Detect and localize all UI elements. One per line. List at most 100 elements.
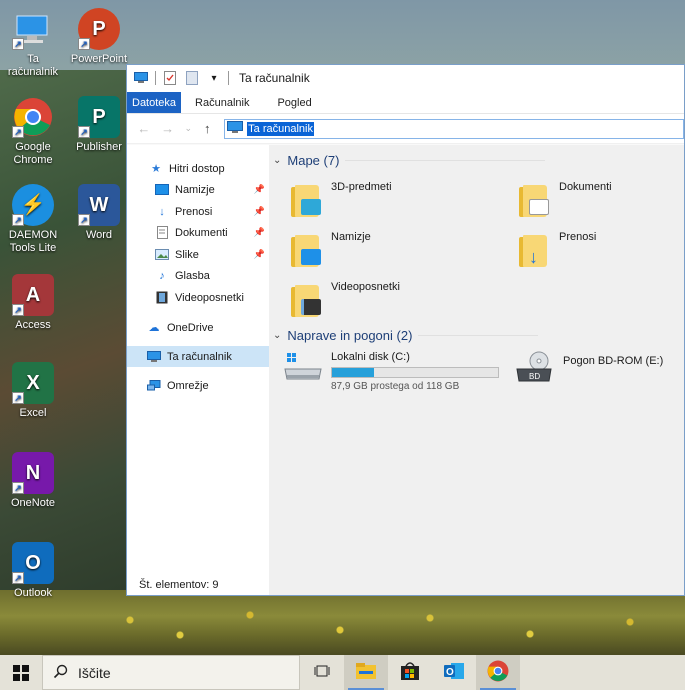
tab-file[interactable]: Datoteka [127,92,182,113]
desktop-icon-label: Excel [19,407,47,419]
address-text[interactable]: Ta računalnik [247,121,314,136]
desktop-icon-powerpoint[interactable]: P ↗ PowerPoint [67,8,131,66]
bd-rom-drive-icon: BD [515,351,555,385]
word-icon: W ↗ [78,184,120,226]
navigation-pane: ★ Hitri dostop Namizje 📌 ↓ Prenosi 📌 Dok… [127,145,269,595]
drive-label: Pogon BD-ROM (E:) [563,355,664,367]
taskbar-file-explorer[interactable] [344,655,388,690]
nav-this-pc[interactable]: Ta računalnik [127,346,269,367]
folder-downloads-icon: ↓ [517,231,551,269]
nav-item-videos[interactable]: Videoposnetki [127,287,269,308]
nav-item-downloads[interactable]: ↓ Prenosi 📌 [127,201,269,222]
desktop-icon-daemon-tools[interactable]: ⚡ ↗ DAEMON Tools Lite [1,184,65,255]
desktop-icon-label: OneNote [10,497,56,509]
access-icon: A ↗ [12,274,54,316]
group-divider [345,160,546,161]
nav-label: Omrežje [167,379,209,392]
nav-label: Hitri dostop [169,162,225,175]
desktop-icon-label: PowerPoint [70,53,128,65]
outlook-icon: O [443,661,465,684]
forward-arrow-icon[interactable]: → [161,121,175,136]
drive-c[interactable]: Lokalni disk (C:) 87,9 GB prostega od 11… [283,351,499,392]
nav-label: Videoposnetki [175,291,244,304]
taskbar-chrome[interactable] [476,655,520,690]
folder-documents[interactable]: Dokumenti [517,181,612,219]
computer-icon: ↗ [12,8,54,50]
address-toolbar: ← → ⌄ ↑ Ta računalnik [127,114,684,144]
collapse-chevron-icon[interactable]: ⌄ [273,330,281,341]
desktop-icon-access[interactable]: A ↗ Access [1,274,65,332]
folder-label: Videoposnetki [331,281,400,293]
file-explorer-window: ▾ Ta računalnik Datoteka Računalnik Pogl… [126,64,685,596]
new-folder-icon[interactable] [184,71,200,85]
collapse-chevron-icon[interactable]: ⌄ [273,155,281,166]
desktop-icon-outlook[interactable]: O ↗ Outlook [1,542,65,600]
taskbar-search-box[interactable]: Iščite [42,655,300,690]
folder-3d-objects-icon [289,181,323,219]
onenote-icon: N ↗ [12,452,54,494]
content-pane: ⌄ Mape (7) 3D-predmeti Dokumenti Namizje… [269,145,684,595]
pin-icon: 📌 [253,227,265,237]
folder-label: 3D-predmeti [331,181,392,193]
nav-label: Prenosi [175,205,213,218]
address-bar[interactable]: Ta računalnik [224,118,684,139]
nav-item-documents[interactable]: Dokumenti 📌 [127,222,269,243]
tab-view[interactable]: Pogled [263,92,325,113]
nav-network[interactable]: Omrežje [127,375,269,396]
folder-desktop[interactable]: Namizje [289,231,371,269]
music-note-icon: ♪ [159,269,165,282]
up-arrow-icon[interactable]: ↑ [200,121,214,136]
taskbar-store[interactable] [388,655,432,690]
pictures-icon [155,249,169,261]
document-icon [155,226,169,239]
desktop-icon-label: Word [85,229,113,241]
nav-item-desktop[interactable]: Namizje 📌 [127,179,269,200]
folders-group-header[interactable]: ⌄ Mape (7) [273,153,546,168]
network-icon [147,379,161,392]
search-placeholder: Iščite [78,664,111,681]
drive-free-space: 87,9 GB prostega od 118 GB [331,381,460,392]
folder-downloads[interactable]: ↓ Prenosi [517,231,596,269]
nav-item-pictures[interactable]: Slike 📌 [127,244,269,265]
start-button[interactable] [0,655,42,690]
desktop-icon-publisher[interactable]: P ↗ Publisher [67,96,131,154]
desktop-icon-excel[interactable]: X ↗ Excel [1,362,65,420]
download-arrow-icon: ↓ [159,205,165,218]
desktop-icon-label: Outlook [14,587,52,599]
customize-toolbar-dropdown-icon[interactable]: ▾ [206,71,222,85]
folder-3d-objects[interactable]: 3D-predmeti [289,181,392,219]
nav-item-music[interactable]: ♪ Glasba [127,265,269,286]
desktop-icon-this-pc[interactable]: ↗ Ta računalnik [1,8,65,79]
desktop-icon-label: Publisher [76,141,122,153]
cloud-icon: ☁ [148,322,160,334]
folder-videos-icon [289,281,323,319]
nav-onedrive[interactable]: ☁ OneDrive [127,317,269,338]
drive-e[interactable]: BD Pogon BD-ROM (E:) [515,351,663,385]
desktop-icon-label: Google Chrome [13,141,53,166]
daemon-tools-icon: ⚡ ↗ [12,184,54,226]
computer-icon [147,350,161,363]
task-view-button[interactable] [300,655,344,690]
title-bar: ▾ Ta računalnik [127,65,684,92]
desktop-icon-word[interactable]: W ↗ Word [67,184,131,242]
desktop-icon-chrome[interactable]: ↗ Google Chrome [1,96,65,167]
pin-icon: 📌 [253,184,265,194]
publisher-icon: P ↗ [78,96,120,138]
folder-label: Dokumenti [559,181,612,193]
recent-locations-chevron-icon[interactable]: ⌄ [184,123,192,134]
store-bag-icon [400,661,420,684]
nav-label: Glasba [175,269,210,282]
folder-desktop-icon [289,231,323,269]
back-arrow-icon[interactable]: ← [137,121,151,136]
tab-computer[interactable]: Računalnik [181,92,263,113]
nav-quick-access[interactable]: ★ Hitri dostop [127,158,269,179]
drives-group-header[interactable]: ⌄ Naprave in pogoni (2) [273,328,539,343]
drive-usage-bar [331,367,499,378]
group-title: Naprave in pogoni (2) [287,328,413,343]
desktop-icon-onenote[interactable]: N ↗ OneNote [1,452,65,510]
taskbar-outlook[interactable]: O [432,655,476,690]
properties-icon[interactable] [162,71,178,85]
folder-videos[interactable]: Videoposnetki [289,281,400,319]
status-bar-item-count: Št. elementov: 9 [139,579,219,591]
star-icon: ★ [151,163,161,175]
